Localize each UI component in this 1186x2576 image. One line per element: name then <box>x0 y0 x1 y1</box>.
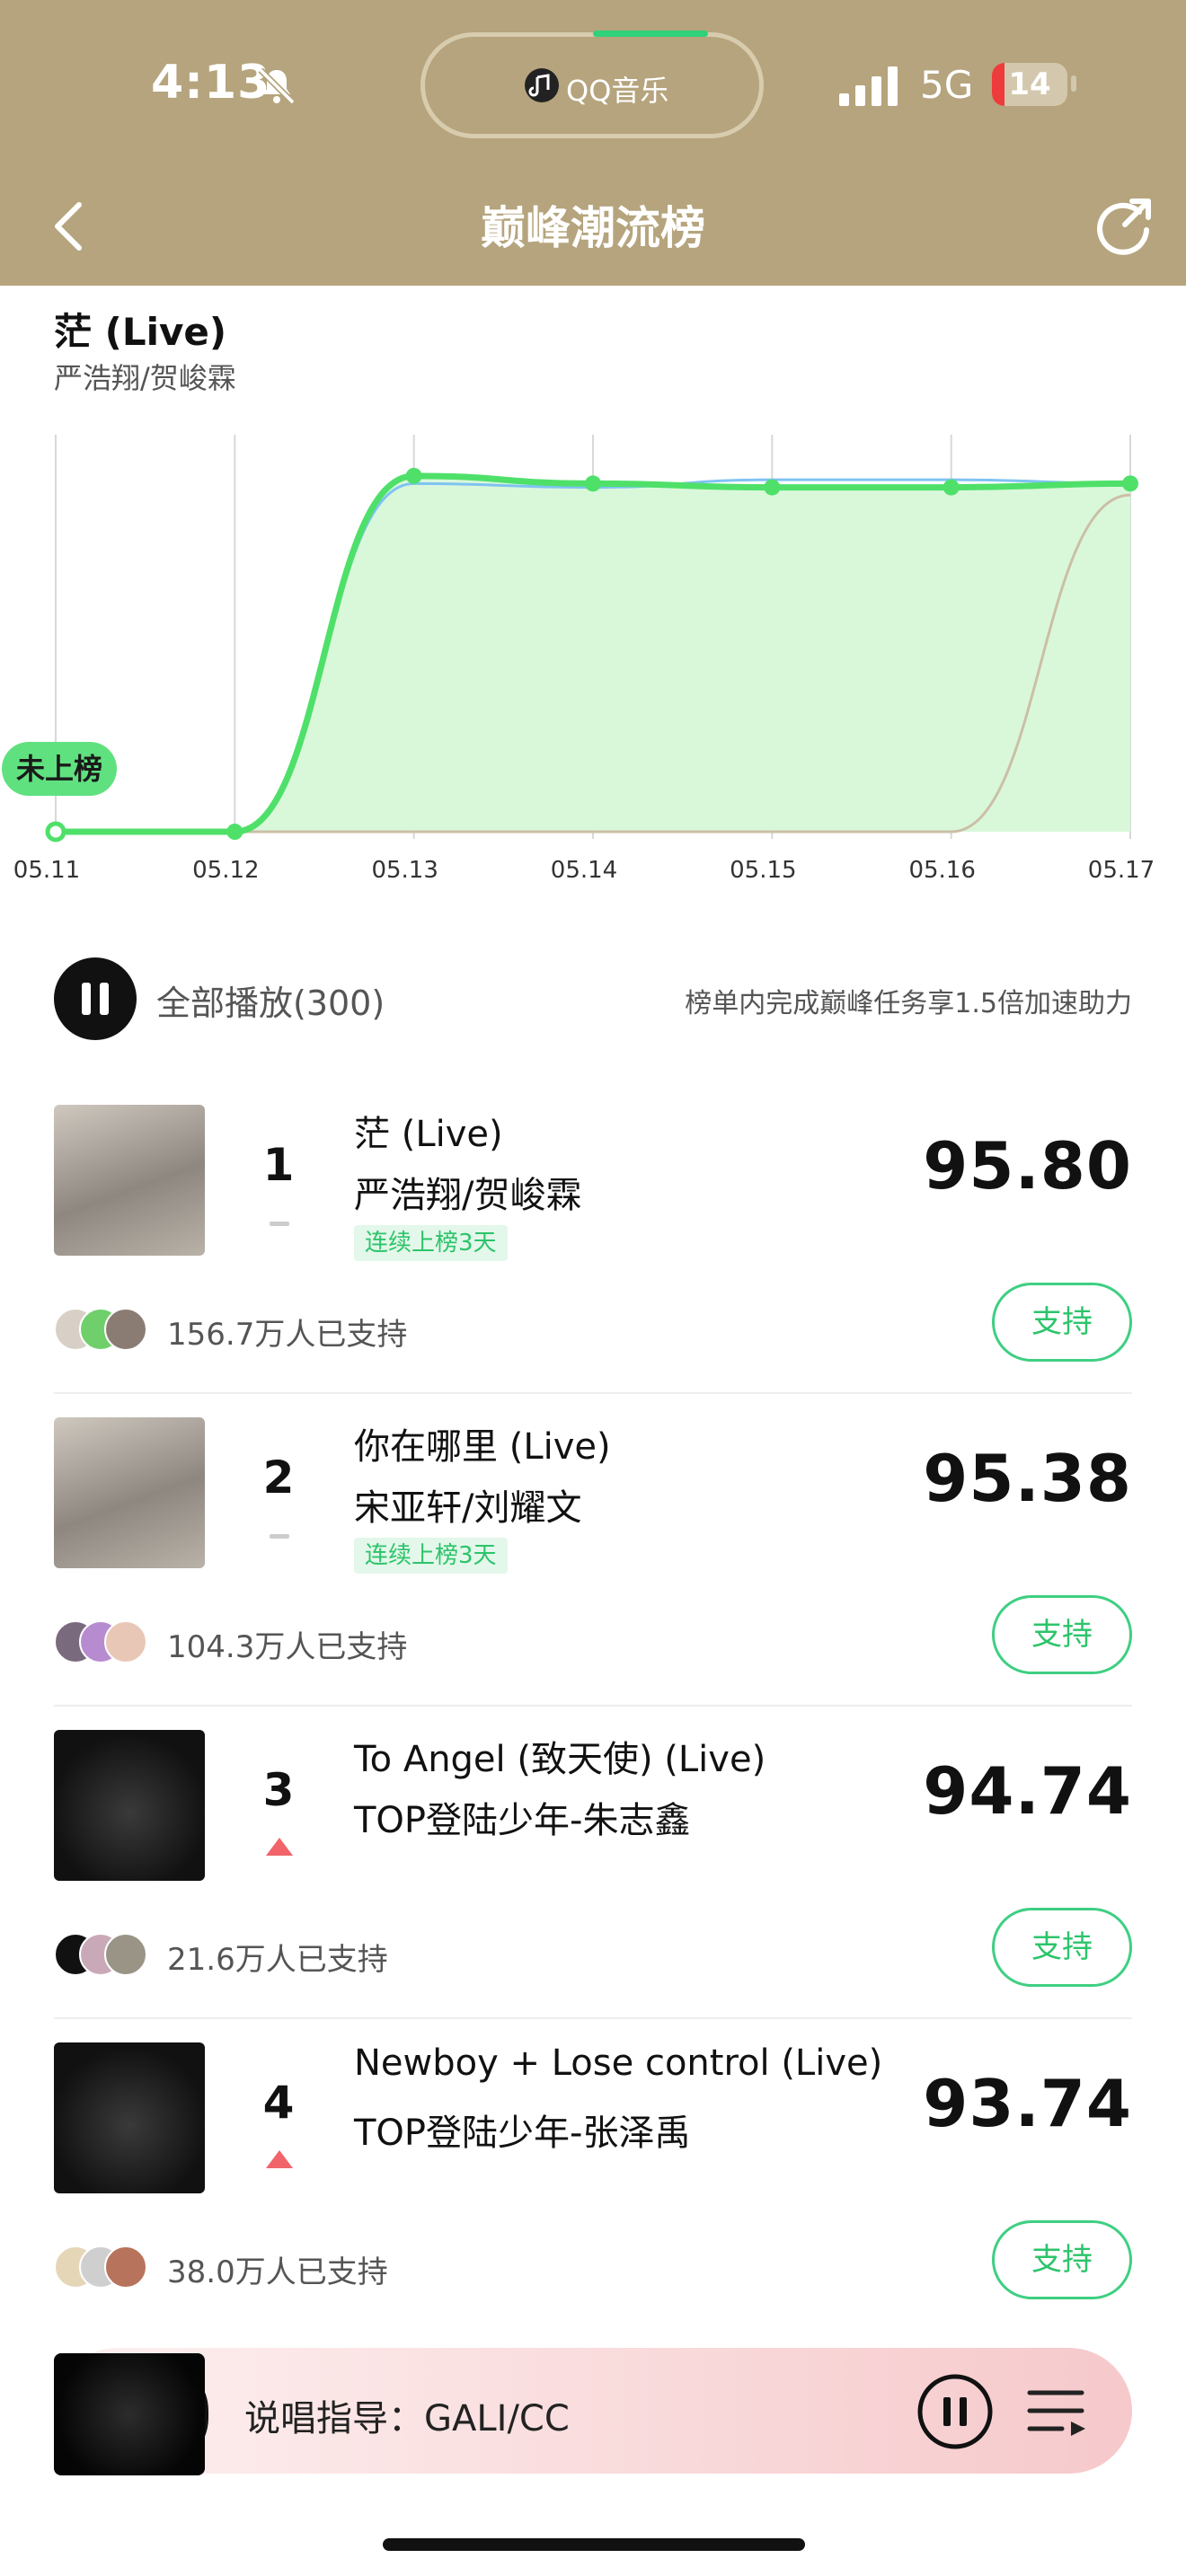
rank-number: 1 <box>262 1139 295 1191</box>
page-title: 巅峰潮流榜 <box>481 202 705 254</box>
track-artist: TOP登陆少年-朱志鑫 <box>354 1800 691 1841</box>
supporter-avatars <box>54 1308 162 1351</box>
playlist-icon[interactable] <box>1026 2386 1089 2439</box>
album-cover <box>54 1105 205 1256</box>
album-cover <box>54 2042 205 2193</box>
trend-up-icon <box>266 1838 293 1856</box>
supporter-count: 156.7万人已支持 <box>167 1317 408 1353</box>
track-title: Newboy + Lose control (Live) <box>354 2042 883 2084</box>
play-all-pause-button[interactable] <box>54 957 137 1040</box>
trend-up-icon <box>266 2150 293 2168</box>
battery-percent: 14 <box>1008 66 1051 102</box>
qq-music-logo-icon <box>525 68 559 102</box>
avatar <box>104 2245 147 2289</box>
divider <box>54 1705 1132 1707</box>
x-tick-label: 05.14 <box>550 857 618 884</box>
track-item-3[interactable]: 3 To Angel (致天使) (Live) TOP登陆少年-朱志鑫 94.7… <box>0 1730 1186 2042</box>
series-1-area <box>56 475 1130 832</box>
x-tick-label: 05.12 <box>192 857 260 884</box>
support-button[interactable]: 支持 <box>992 1908 1132 1987</box>
track-item-2[interactable]: 2 你在哪里 (Live) 宋亚轩/刘耀文 连续上榜3天 95.38 104.3… <box>0 1417 1186 1730</box>
chart-song-title: 茫 (Live) <box>54 310 227 354</box>
support-button[interactable]: 支持 <box>992 2220 1132 2299</box>
track-title: 茫 (Live) <box>354 1114 503 1155</box>
streak-badge: 连续上榜3天 <box>354 1538 508 1574</box>
support-button[interactable]: 支持 <box>992 1283 1132 1362</box>
island-app-name: QQ音乐 <box>566 74 669 108</box>
battery-cap <box>1071 75 1076 92</box>
chart-song-artist: 严浩翔/贺峻霖 <box>54 361 236 395</box>
network-type: 5G <box>920 63 974 107</box>
supporter-avatars <box>54 1620 162 1663</box>
avatar <box>104 1308 147 1351</box>
trend-unchanged-icon <box>270 1534 289 1539</box>
cellular-signal-icon <box>839 66 898 106</box>
island-progress <box>593 31 708 37</box>
supporter-count: 38.0万人已支持 <box>167 2254 388 2290</box>
track-item-1[interactable]: 1 茫 (Live) 严浩翔/贺峻霖 连续上榜3天 95.80 156.7万人已… <box>0 1105 1186 1417</box>
rank-number: 2 <box>262 1451 295 1504</box>
home-indicator <box>383 2538 805 2551</box>
track-score: 95.80 <box>923 1128 1132 1204</box>
support-button[interactable]: 支持 <box>992 1595 1132 1674</box>
divider <box>54 2017 1132 2019</box>
track-title: 你在哪里 (Live) <box>354 1426 611 1468</box>
trend-chart[interactable] <box>0 422 1186 898</box>
mini-player-cover[interactable] <box>54 2353 205 2475</box>
data-point[interactable] <box>45 821 66 842</box>
x-tick-label: 05.13 <box>371 857 438 884</box>
supporter-avatars <box>54 1933 162 1976</box>
x-tick-label: 05.16 <box>908 857 976 884</box>
pause-bar-right <box>100 983 109 1015</box>
battery-icon: 14 <box>992 63 1067 106</box>
data-point[interactable] <box>943 479 960 496</box>
rank-number: 4 <box>262 2077 295 2129</box>
track-artist: 宋亚轩/刘耀文 <box>354 1487 582 1529</box>
streak-badge: 连续上榜3天 <box>354 1225 508 1261</box>
supporter-avatars <box>54 2245 162 2289</box>
boost-note: 榜单内完成巅峰任务享1.5倍加速助力 <box>685 988 1132 1019</box>
track-artist: TOP登陆少年-张泽禹 <box>354 2113 691 2154</box>
supporter-count: 104.3万人已支持 <box>167 1629 408 1665</box>
x-tick-label: 05.15 <box>730 857 797 884</box>
x-tick-label: 05.11 <box>13 857 81 884</box>
bell-muted-icon <box>258 67 296 105</box>
app-screen: 4:13 QQ音乐 5G 14 巅峰潮流榜 茫 (Live) 严浩翔/贺峻霖 未… <box>0 0 1186 2576</box>
divider <box>54 1392 1132 1394</box>
data-point[interactable] <box>405 467 422 484</box>
avatar <box>104 1933 147 1976</box>
pause-bar-left <box>82 983 91 1015</box>
track-score: 93.74 <box>923 2066 1132 2141</box>
share-icon[interactable] <box>1093 194 1155 257</box>
rank-number: 3 <box>262 1764 295 1816</box>
track-title: To Angel (致天使) (Live) <box>354 1739 766 1780</box>
avatar <box>104 1620 147 1663</box>
data-point[interactable] <box>1122 475 1138 492</box>
track-score: 94.74 <box>923 1753 1132 1829</box>
not-ranked-tag: 未上榜 <box>2 742 118 796</box>
data-point[interactable] <box>226 824 243 840</box>
data-point[interactable] <box>585 475 601 492</box>
mini-player-lyric: 说唱指导：GALI/CC <box>244 2398 570 2439</box>
supporter-count: 21.6万人已支持 <box>167 1942 388 1978</box>
trend-unchanged-icon <box>270 1222 289 1226</box>
track-item-4[interactable]: 4 Newboy + Lose control (Live) TOP登陆少年-张… <box>0 2042 1186 2355</box>
track-artist: 严浩翔/贺峻霖 <box>354 1175 582 1216</box>
album-cover <box>54 1730 205 1881</box>
status-time: 4:13 <box>151 56 271 110</box>
play-all-label[interactable]: 全部播放(300) <box>156 975 385 1025</box>
x-tick-label: 05.17 <box>1087 857 1155 884</box>
album-cover <box>54 1417 205 1568</box>
track-score: 95.38 <box>923 1441 1132 1516</box>
data-point[interactable] <box>764 479 781 496</box>
pause-icon[interactable] <box>916 2373 994 2450</box>
